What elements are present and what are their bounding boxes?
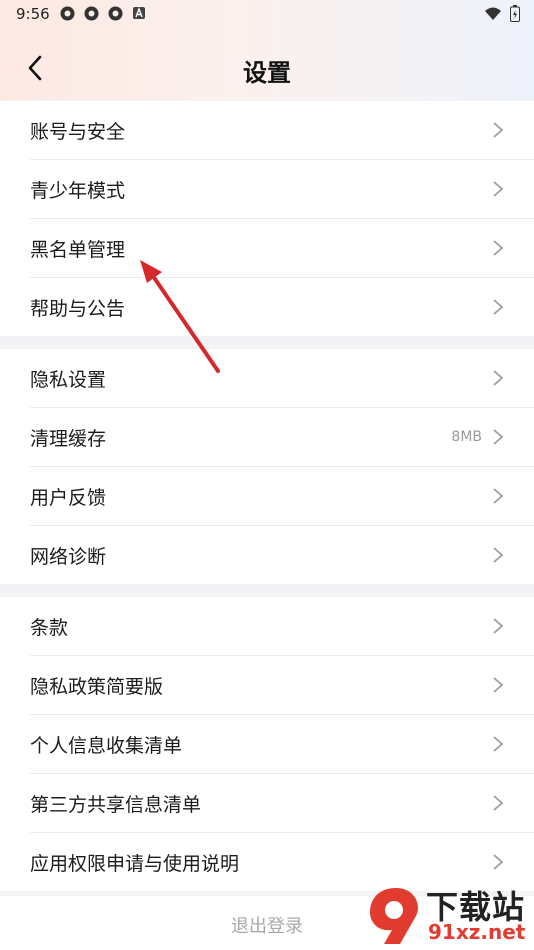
settings-item-label: 黑名单管理: [30, 239, 126, 261]
wifi-icon: [484, 7, 502, 25]
chevron-right-icon: [493, 854, 504, 870]
logout-label: 退出登录: [231, 916, 303, 937]
settings-item-label: 第三方共享信息清单: [30, 794, 202, 816]
settings-item-blacklist[interactable]: 黑名单管理: [30, 219, 534, 278]
settings-item-label: 条款: [30, 617, 69, 639]
settings-item-label: 隐私政策简要版: [30, 676, 164, 698]
settings-item-clear-cache[interactable]: 清理缓存 8MB: [30, 408, 534, 467]
settings-item-network-diagnosis[interactable]: 网络诊断: [30, 526, 534, 584]
watermark-site: 91xz.net: [428, 920, 526, 944]
settings-group-privacy: 隐私设置 清理缓存 8MB 用户反馈 网络诊断: [0, 349, 534, 584]
navigation-bar: 设置: [0, 36, 534, 100]
settings-item-terms[interactable]: 条款: [30, 597, 534, 656]
chevron-right-icon: [493, 795, 504, 811]
status-time: 9:56: [16, 5, 50, 23]
settings-item-account-security[interactable]: 账号与安全: [30, 101, 534, 160]
notification-app-icon: [60, 6, 75, 21]
settings-item-personal-info-list[interactable]: 个人信息收集清单: [30, 715, 534, 774]
watermark-logo: 下载站 91xz.net: [364, 880, 534, 950]
chevron-right-icon: [493, 677, 504, 693]
settings-item-privacy-policy-brief[interactable]: 隐私政策简要版: [30, 656, 534, 715]
settings-item-privacy-settings[interactable]: 隐私设置: [30, 349, 534, 408]
settings-group-account: 账号与安全 青少年模式 黑名单管理 帮助与公告: [0, 101, 534, 336]
settings-item-label: 个人信息收集清单: [30, 735, 183, 757]
battery-icon: [510, 5, 520, 26]
page-title: 设置: [243, 59, 291, 87]
settings-item-label: 清理缓存: [30, 428, 107, 450]
settings-item-help[interactable]: 帮助与公告: [30, 278, 534, 336]
cache-size-value: 8MB: [451, 429, 482, 445]
settings-item-label: 青少年模式: [30, 180, 126, 202]
chevron-right-icon: [493, 240, 504, 256]
settings-item-label: 账号与安全: [30, 121, 126, 143]
watermark-mark-icon: [370, 888, 418, 944]
settings-item-label: 帮助与公告: [30, 298, 126, 320]
settings-item-label: 应用权限申请与使用说明: [30, 853, 240, 875]
settings-item-feedback[interactable]: 用户反馈: [30, 467, 534, 526]
chevron-right-icon: [493, 299, 504, 315]
notification-app-icon: [108, 6, 123, 21]
chevron-right-icon: [493, 736, 504, 752]
notification-app-icon: [84, 6, 99, 21]
chevron-right-icon: [493, 429, 504, 445]
settings-item-teen-mode[interactable]: 青少年模式: [30, 160, 534, 219]
status-bar: 9:56: [0, 0, 534, 28]
chevron-right-icon: [493, 547, 504, 563]
settings-item-label: 网络诊断: [30, 546, 107, 568]
settings-item-label: 隐私设置: [30, 369, 107, 391]
chevron-right-icon: [493, 122, 504, 138]
settings-item-third-party-sharing[interactable]: 第三方共享信息清单: [30, 774, 534, 833]
chevron-right-icon: [493, 370, 504, 386]
notification-a-icon: [132, 6, 147, 21]
chevron-right-icon: [493, 488, 504, 504]
chevron-right-icon: [493, 618, 504, 634]
settings-item-label: 用户反馈: [30, 487, 107, 509]
settings-group-legal: 条款 隐私政策简要版 个人信息收集清单 第三方共享信息清单 应用权限申请与使用说…: [0, 597, 534, 891]
chevron-right-icon: [493, 181, 504, 197]
